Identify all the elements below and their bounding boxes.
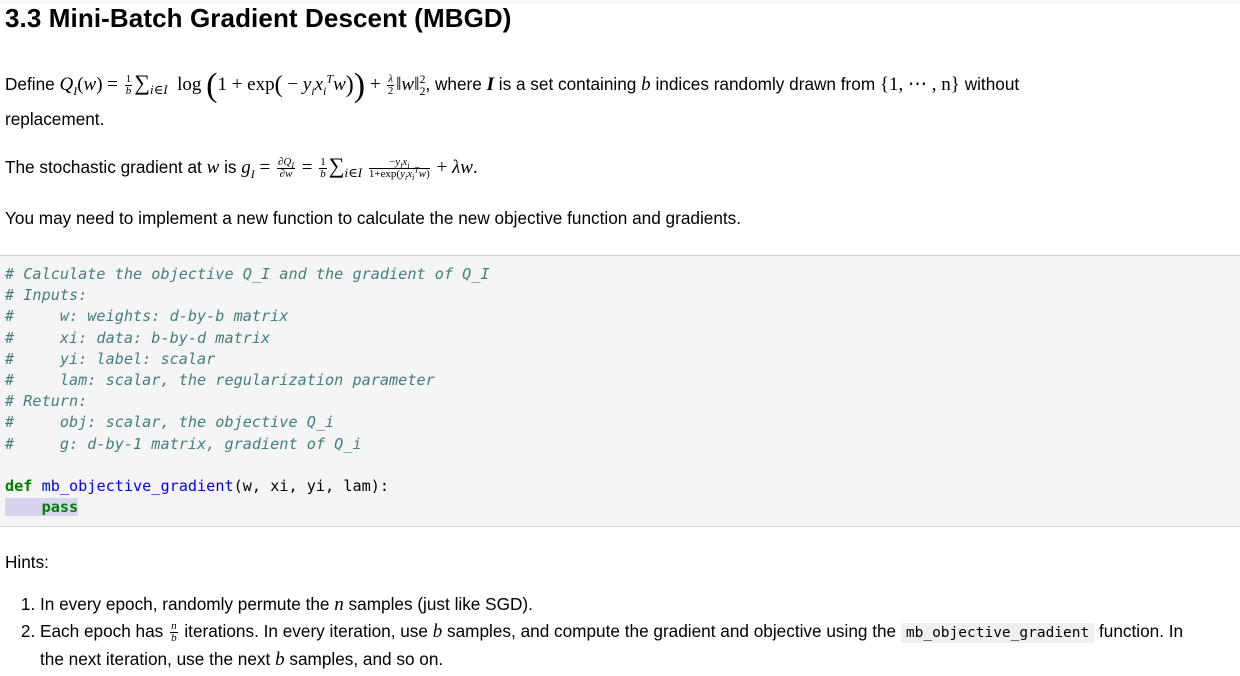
math-symbol: b: [275, 649, 285, 670]
gradient-prefix: The stochastic gradient at: [5, 157, 202, 177]
code-comment: # xi: data: b-by-d matrix: [5, 328, 271, 347]
function-params: (w, xi, yi, lam):: [233, 477, 390, 496]
hint-text: function. In: [1099, 621, 1184, 641]
math-symbol: b: [432, 621, 443, 642]
function-name: mb_objective_gradient: [41, 477, 234, 496]
define-text-b: indices randomly drawn from: [655, 74, 876, 94]
selected-indent: [5, 498, 42, 517]
code-comment: # Calculate the objective Q_I and the gr…: [5, 265, 490, 283]
code-comment: # Return:: [5, 392, 88, 411]
hint-text: samples, and so on.: [289, 649, 444, 669]
hint-text: samples (just like SGD).: [348, 594, 533, 614]
code-comment: # Inputs:: [5, 286, 88, 305]
fraction-denominator: b: [171, 631, 177, 644]
math-symbol: n: [334, 594, 344, 615]
hints-title: Hints:: [5, 552, 49, 572]
def-keyword: def: [5, 477, 33, 496]
define-text-a: is a set containing: [498, 74, 637, 94]
gradient-paragraph: The stochastic gradient at w is gI = ∂QI…: [5, 155, 478, 184]
code-comment: # lam: scalar, the regularization parame…: [5, 371, 435, 390]
code-comment: # w: weights: d-by-b matrix: [5, 307, 289, 326]
implementation-note: You may need to implement a new function…: [5, 208, 742, 228]
section-heading: 3.3 Mini-Batch Gradient Descent (MBGD): [5, 3, 512, 33]
code-cell[interactable]: # Calculate the objective Q_I and the gr…: [0, 255, 1240, 527]
gradient-is: is: [224, 157, 237, 177]
objective-formula: QI(w) = 1 b ∑i∈I log (1 + exp( − yixiTw)) …: [59, 67, 426, 104]
hint-text: In every epoch, randomly permute the: [40, 594, 330, 614]
hint-text: iterations. In every iteration, use: [184, 621, 428, 641]
hint-text: Each epoch has: [40, 621, 164, 641]
define-suffix: , where: [425, 74, 482, 94]
code-editor[interactable]: # Calculate the objective Q_I and the gr…: [5, 264, 490, 518]
code-comment: # g: d-by-1 matrix, gradient of Q_i: [5, 434, 362, 453]
index-set: {1, ⋯ , n}: [879, 74, 960, 95]
define-line2: replacement.: [5, 109, 105, 129]
batch-size-symbol: b: [641, 74, 651, 95]
hint-text: the next iteration, use the next: [40, 649, 271, 669]
set-symbol: I: [486, 74, 494, 95]
define-text-c: without: [964, 74, 1020, 94]
define-prefix: Define: [5, 74, 55, 94]
code-comment: # obj: scalar, the objective Q_i: [5, 413, 335, 432]
weight-symbol: w: [206, 157, 220, 178]
pass-keyword: pass: [41, 498, 79, 517]
gradient-formula: gI = ∂QI ∂w = 1 b ∑i∈I −yixi 1+exp(yixiTw) +…: [241, 153, 478, 183]
iterations-fraction: nb: [170, 619, 178, 644]
define-paragraph: Define QI(w) = 1 b ∑i∈I log (1 + exp( − yi…: [5, 67, 1020, 104]
inline-code: mb_objective_gradient: [900, 623, 1095, 643]
hint-item: Each epoch has nb iterations. In every i…: [40, 618, 1183, 673]
hint-item: In every epoch, randomly permute the n s…: [40, 591, 1183, 618]
hint-text: samples, and compute the gradient and ob…: [447, 621, 897, 641]
code-comment: # yi: label: scalar: [5, 349, 216, 368]
fraction-numerator: n: [171, 619, 177, 632]
hints-list: In every epoch, randomly permute the n s…: [5, 591, 1183, 673]
